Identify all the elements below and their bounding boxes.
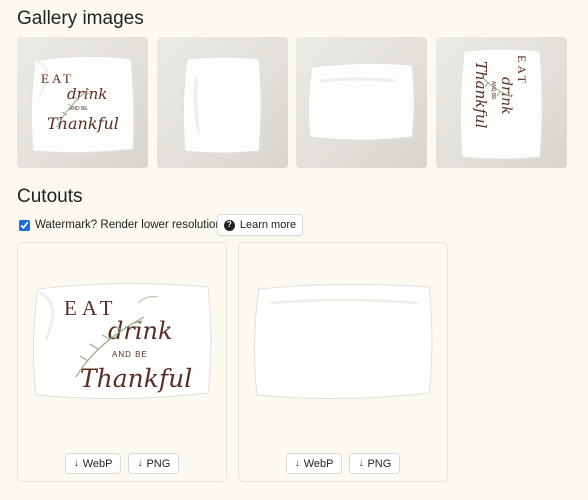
png-label: PNG <box>367 457 392 470</box>
pillow-plain-cutout <box>253 283 433 400</box>
gallery-image-1[interactable]: EAT drink AND BE Thankful <box>17 37 148 168</box>
print-text-thankful: Thankful <box>47 114 119 133</box>
pillow-plain-image <box>307 62 415 141</box>
print-text-eat: EAT <box>41 71 74 86</box>
pillow-print-image: EAT drink AND BE Thankful <box>30 55 135 154</box>
pillow-print-cutout: EAT drink AND BE Thankful <box>32 282 212 400</box>
watermark-label: Watermark? Render lower resolution. <box>35 219 226 231</box>
gallery-image-2[interactable] <box>157 37 288 168</box>
learn-more-button[interactable]: ? Learn more <box>217 214 303 236</box>
cutout-card-1: EAT drink AND BE Thankful ↓ WebP ↓ PNG <box>17 242 227 482</box>
print-text-thankful: Thankful <box>80 364 192 393</box>
cutout-card-2: ↓ WebP ↓ PNG <box>238 242 448 482</box>
download-arrow-icon: ↓ <box>294 458 300 469</box>
gallery-title: Gallery images <box>17 8 144 29</box>
cutouts-title: Cutouts <box>17 186 83 207</box>
print-text-eat: EAT <box>515 55 529 86</box>
print-text-thankful: Thankful <box>472 61 490 129</box>
pillow-plain-image <box>182 56 262 154</box>
watermark-option[interactable]: Watermark? Render lower resolution. <box>19 215 225 235</box>
question-circle-icon: ? <box>223 219 235 231</box>
download-png-button[interactable]: ↓ PNG <box>349 453 401 474</box>
print-text-drink: drink <box>498 77 514 115</box>
download-webp-button[interactable]: ↓ WebP <box>285 453 343 474</box>
gallery-image-3[interactable] <box>296 37 427 168</box>
pillow-print-image: EAT drink AND BE Thankful <box>459 48 543 160</box>
webp-label: WebP <box>303 457 334 470</box>
download-arrow-icon: ↓ <box>358 458 364 469</box>
download-png-button[interactable]: ↓ PNG <box>128 453 180 474</box>
watermark-checkbox[interactable] <box>19 219 30 231</box>
gallery-image-4[interactable]: EAT drink AND BE Thankful <box>436 37 567 168</box>
download-arrow-icon: ↓ <box>137 458 143 469</box>
print-text-and-be: AND BE <box>112 350 148 359</box>
png-label: PNG <box>146 457 171 470</box>
download-arrow-icon: ↓ <box>73 458 79 469</box>
learn-more-label: Learn more <box>239 219 297 231</box>
webp-label: WebP <box>82 457 113 470</box>
download-webp-button[interactable]: ↓ WebP <box>64 453 122 474</box>
